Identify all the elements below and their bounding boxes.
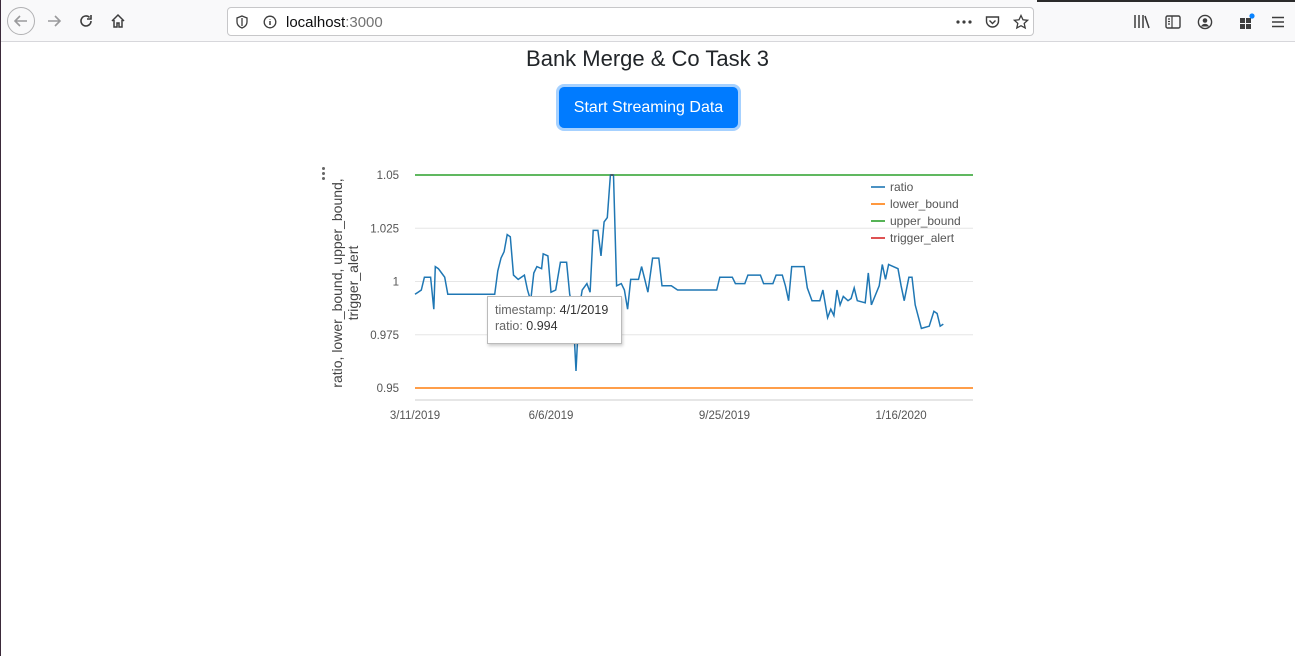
library-icon[interactable]	[1132, 13, 1150, 30]
y-tick-label: 0.975	[370, 330, 399, 342]
tooltip-label-timestamp: timestamp:	[495, 303, 557, 317]
back-button[interactable]	[7, 7, 35, 35]
tracking-shield-icon[interactable]	[234, 14, 250, 30]
bookmark-star-icon[interactable]	[1012, 13, 1029, 30]
start-streaming-button[interactable]: Start Streaming Data	[559, 87, 738, 128]
tooltip-value-ratio: 0.994	[526, 319, 558, 333]
x-tick-label: 6/6/2019	[529, 410, 574, 422]
back-arrow-icon	[13, 15, 27, 27]
reload-button[interactable]	[72, 7, 100, 35]
legend-label-trigger-alert: trigger_alert	[890, 231, 955, 245]
ratio-chart[interactable]: 0.95 0.975 1 1.025 1.05 3/11/2019 6/6/2019 9/2…	[318, 160, 988, 430]
tooltip-value-timestamp: 4/1/2019	[559, 303, 609, 317]
page-actions-icon[interactable]	[956, 14, 972, 30]
y-axis-label-line1: ratio, lower_bound, upper_bound,	[329, 178, 345, 387]
url-port: :3000	[345, 14, 383, 31]
y-tick-label: 1	[393, 277, 399, 289]
site-info-icon[interactable]	[262, 14, 278, 30]
legend-label-lower-bound: lower_bound	[890, 197, 959, 211]
tooltip-label-ratio: ratio:	[495, 319, 523, 333]
url-bar[interactable]: localhost:3000	[227, 7, 1034, 36]
y-tick-label: 1.025	[370, 223, 399, 235]
x-tick-label: 3/11/2019	[390, 410, 440, 422]
legend-label-upper-bound: upper_bound	[890, 214, 961, 228]
y-tick-label: 1.05	[377, 170, 399, 182]
url-text: localhost:3000	[286, 14, 383, 31]
hover-tooltip: timestamp: 4/1/2019 ratio: 0.994	[487, 296, 622, 344]
page-title: Bank Merge & Co Task 3	[526, 46, 769, 71]
account-icon[interactable]	[1196, 13, 1214, 30]
extensions-icon[interactable]	[1237, 11, 1257, 31]
y-axis-label-line2: trigger_alert	[345, 246, 361, 321]
menu-icon[interactable]	[1269, 13, 1287, 30]
toolbar-top-line	[1037, 0, 1295, 2]
url-host: localhost	[286, 14, 346, 31]
window-frame-edge	[0, 0, 1, 656]
home-icon	[111, 13, 125, 28]
x-tick-label: 9/25/2019	[699, 410, 750, 422]
pocket-icon[interactable]	[984, 14, 1000, 30]
browser-toolbar: localhost:3000	[1, 0, 1295, 42]
reload-icon	[80, 15, 92, 27]
forward-arrow-icon	[48, 15, 62, 27]
home-button[interactable]	[104, 7, 132, 35]
legend-label-ratio: ratio	[890, 180, 914, 194]
y-tick-label: 0.95	[377, 383, 399, 395]
x-tick-label: 1/16/2020	[876, 410, 927, 422]
forward-button[interactable]	[40, 7, 68, 35]
sidebar-toggle-icon[interactable]	[1164, 13, 1182, 30]
